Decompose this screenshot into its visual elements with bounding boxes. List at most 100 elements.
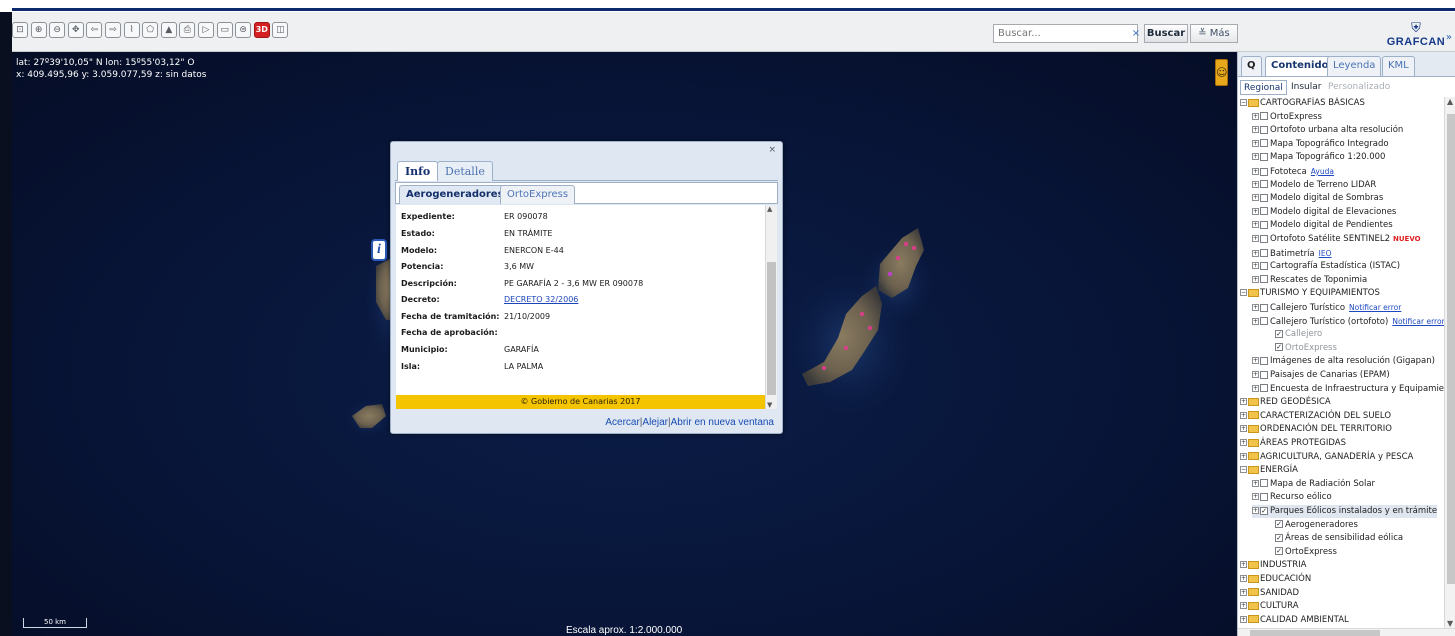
expand-icon[interactable]: + <box>1240 439 1247 446</box>
acercar-link[interactable]: Acercar <box>605 417 639 428</box>
tree-layer[interactable]: + Rescates de Toponimia <box>1252 274 1367 287</box>
tree-scrollbar[interactable]: ▲ ▼ <box>1444 97 1455 628</box>
wind-farm-marker[interactable] <box>844 346 848 350</box>
wind-farm-marker[interactable] <box>868 326 872 330</box>
horizontal-scrollbar[interactable] <box>1238 628 1455 636</box>
tree-layer[interactable]: ✓ Aerogeneradores <box>1275 519 1358 532</box>
expand-icon[interactable]: + <box>1252 168 1259 175</box>
tool-3d-icon[interactable]: 3D <box>253 22 270 38</box>
tab-kml[interactable]: KML <box>1382 56 1415 76</box>
tree-layer[interactable]: + Batimetría IEO <box>1252 247 1332 261</box>
scroll-thumb[interactable] <box>767 262 776 395</box>
layer-checkbox[interactable] <box>1260 139 1268 148</box>
tool-zoom-in-icon[interactable]: ⊕ <box>30 22 47 38</box>
layer-checkbox[interactable] <box>1260 152 1268 161</box>
search-button[interactable]: Buscar <box>1144 24 1188 43</box>
layer-link[interactable]: Notificar error <box>1392 317 1444 326</box>
tree-folder[interactable]: + CULTURA <box>1240 600 1299 613</box>
scroll-down-icon[interactable]: ▼ <box>767 401 772 409</box>
layer-checkbox[interactable] <box>1260 317 1268 326</box>
expand-icon[interactable]: + <box>1252 194 1259 202</box>
tree-layer[interactable]: + Mapa de Radiación Solar <box>1252 478 1375 491</box>
tree-folder[interactable]: + RED GEODÉSICA <box>1240 396 1331 409</box>
expand-icon[interactable]: + <box>1252 479 1259 487</box>
layer-checkbox[interactable]: ✓ <box>1275 533 1283 542</box>
layer-checkbox[interactable] <box>1260 275 1268 284</box>
layer-checkbox[interactable] <box>1260 303 1268 312</box>
tree-folder[interactable]: + EDUCACIÓN <box>1240 573 1311 586</box>
tree-layer[interactable]: + Paisajes de Canarias (EPAM) <box>1252 369 1390 382</box>
expand-icon[interactable]: + <box>1252 507 1259 514</box>
layer-checkbox[interactable] <box>1260 207 1268 216</box>
tree-layer[interactable]: + Mapa Topográfico 1:20.000 <box>1252 151 1385 164</box>
layer-checkbox[interactable] <box>1260 125 1268 134</box>
tree-layer[interactable]: + Imágenes de alta resolución (Gigapan) <box>1252 355 1435 368</box>
expand-icon[interactable]: + <box>1240 615 1247 623</box>
subtab-regional[interactable]: Regional <box>1240 80 1287 95</box>
expand-icon[interactable]: + <box>1240 575 1247 582</box>
tree-layer[interactable]: + Cartografía Estadística (ISTAC) <box>1252 260 1400 273</box>
more-button[interactable]: ≚ Más <box>1190 24 1238 43</box>
wind-farm-marker[interactable] <box>904 242 908 246</box>
layer-checkbox[interactable] <box>1260 193 1268 202</box>
expand-panel-icon[interactable]: » <box>1446 32 1452 43</box>
tree-layer[interactable]: + Mapa Topográfico Integrado <box>1252 138 1389 151</box>
tree-folder[interactable]: − CARTOGRAFÍAS BÁSICAS <box>1240 97 1365 110</box>
search-layers-icon[interactable]: Q <box>1241 56 1262 76</box>
expand-icon[interactable]: + <box>1240 425 1247 433</box>
tree-layer[interactable]: ✓ OrtoExpress <box>1275 546 1337 559</box>
wind-farm-marker[interactable] <box>888 272 892 276</box>
tree-layer[interactable]: ✓ Áreas de sensibilidad eólica <box>1275 532 1403 545</box>
tree-folder[interactable]: + AGRICULTURA, GANADERÍA y PESCA <box>1240 451 1413 464</box>
tree-layer[interactable]: + Modelo digital de Pendientes <box>1252 219 1393 232</box>
tree-folder[interactable]: + ORDENACIÓN DEL TERRITORIO <box>1240 423 1392 436</box>
scroll-thumb[interactable] <box>1447 114 1455 584</box>
tool-full-extent-icon[interactable]: ⊡ <box>12 22 28 38</box>
layer-checkbox[interactable]: ✓ <box>1275 329 1283 338</box>
search-input[interactable] <box>993 24 1138 43</box>
tree-layer[interactable]: ✓ Callejero <box>1275 328 1322 341</box>
open-new-window-link[interactable]: Abrir en nueva ventana <box>671 417 774 428</box>
tool-print-icon[interactable]: ⎙ <box>179 22 196 38</box>
tree-layer[interactable]: + Modelo digital de Elevaciones <box>1252 206 1396 219</box>
wind-farm-marker[interactable] <box>896 256 900 260</box>
street-view-pegman-icon[interactable]: ☺ <box>1215 59 1228 86</box>
tree-layer[interactable]: + Callejero Turístico (ortofoto) Notificar… <box>1252 315 1444 329</box>
tree-folder[interactable]: + SANIDAD <box>1240 587 1299 600</box>
search-clear-icon[interactable]: × <box>1130 25 1142 42</box>
expand-icon[interactable]: + <box>1252 180 1259 188</box>
tree-folder[interactable]: + CARACTERIZACIÓN DEL SUELO <box>1240 410 1391 423</box>
layer-checkbox[interactable]: ✓ <box>1260 506 1268 515</box>
alejar-link[interactable]: Alejar <box>642 417 668 428</box>
layer-checkbox[interactable] <box>1260 167 1268 176</box>
layer-checkbox[interactable] <box>1260 384 1268 393</box>
expand-icon[interactable]: + <box>1252 304 1259 311</box>
subtab-ortoexpress[interactable]: OrtoExpress <box>500 185 576 204</box>
layer-checkbox[interactable] <box>1260 249 1268 258</box>
tool-draw-icon[interactable]: ▷ <box>198 22 214 38</box>
tool-zoom-out-icon[interactable]: ⊖ <box>49 22 66 38</box>
layer-link[interactable]: Ayuda <box>1311 167 1334 176</box>
close-icon[interactable]: × <box>768 145 776 155</box>
collapse-icon[interactable]: − <box>1240 289 1247 297</box>
expand-icon[interactable]: + <box>1240 452 1247 460</box>
tree-folder[interactable]: − TURISMO Y EQUIPAMIENTOS <box>1240 287 1380 300</box>
tree-folder[interactable]: + ÁREAS PROTEGIDAS <box>1240 437 1346 450</box>
expand-icon[interactable]: + <box>1240 411 1247 419</box>
expand-icon[interactable]: + <box>1252 153 1259 161</box>
tab-detalle[interactable]: Detalle <box>437 161 493 181</box>
wind-farm-marker[interactable] <box>912 246 916 250</box>
tree-layer[interactable]: + Recurso eólico <box>1252 491 1332 504</box>
scroll-down-icon[interactable]: ▼ <box>1447 619 1453 628</box>
tree-layer[interactable]: + ✓ Parques Eólicos instalados y en trámit… <box>1252 505 1438 518</box>
expand-icon[interactable]: + <box>1240 561 1247 569</box>
layer-checkbox[interactable]: ✓ <box>1275 343 1283 352</box>
tab-info[interactable]: Info <box>397 161 439 181</box>
tree-layer[interactable]: + Ortofoto urbana alta resolución <box>1252 124 1403 137</box>
expand-icon[interactable]: + <box>1252 139 1259 147</box>
tab-contenido[interactable]: Contenido <box>1265 56 1335 76</box>
tool-elevation-profile-icon[interactable]: ▲ <box>160 22 177 38</box>
tree-folder[interactable]: + CALIDAD AMBIENTAL <box>1240 614 1349 627</box>
expand-icon[interactable]: + <box>1252 249 1259 257</box>
tree-layer[interactable]: + Callejero Turístico Notificar error <box>1252 301 1401 315</box>
